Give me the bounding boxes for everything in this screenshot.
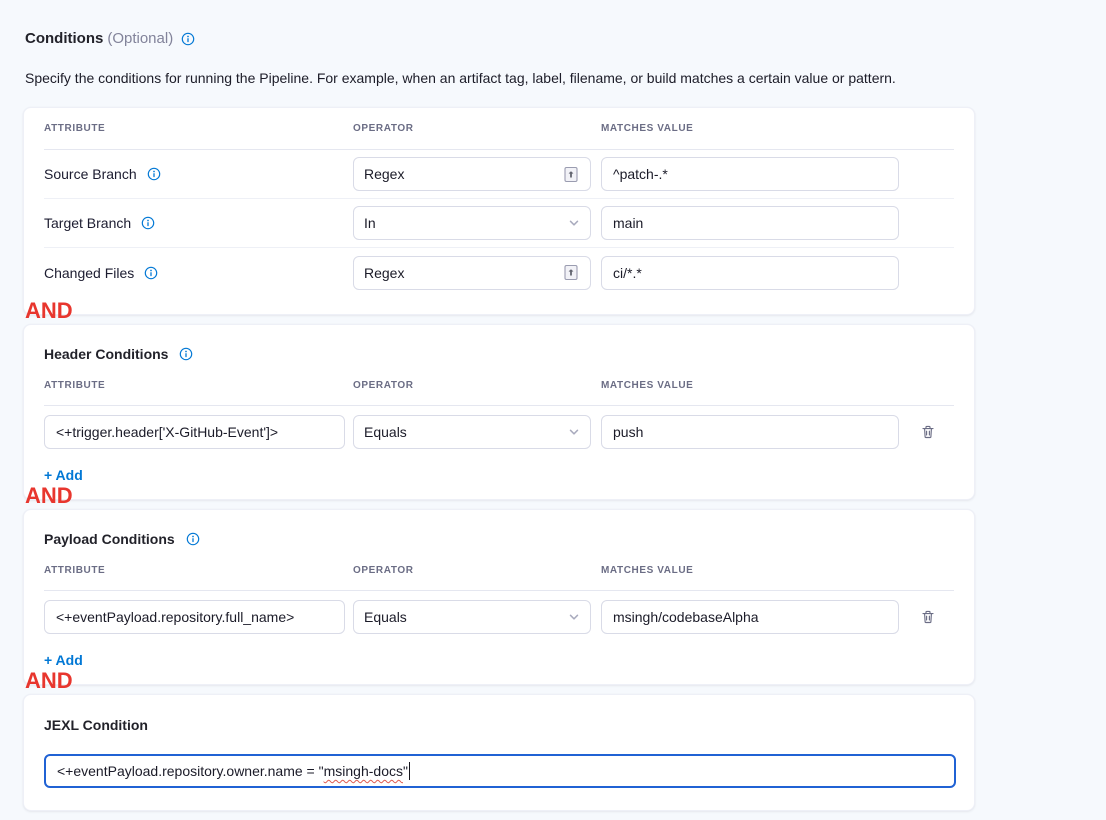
column-header-row: ATTRIBUTE OPERATOR MATCHES VALUE bbox=[44, 551, 954, 591]
condition-row-changed-files: Changed Files Regex bbox=[44, 248, 954, 297]
info-icon[interactable] bbox=[181, 32, 195, 46]
column-operator: OPERATOR bbox=[353, 123, 601, 134]
matches-value-input[interactable] bbox=[601, 157, 899, 191]
operator-select[interactable]: Equals bbox=[353, 600, 591, 634]
column-attribute: ATTRIBUTE bbox=[44, 380, 353, 391]
info-icon[interactable] bbox=[144, 266, 158, 280]
payload-condition-row: Equals bbox=[44, 591, 954, 644]
attribute-label: Changed Files bbox=[44, 265, 134, 281]
add-header-condition-button[interactable]: + Add bbox=[44, 467, 83, 483]
column-matches-value: MATCHES VALUE bbox=[601, 380, 901, 391]
column-matches-value: MATCHES VALUE bbox=[601, 565, 901, 576]
info-icon[interactable] bbox=[147, 167, 161, 181]
header-conditions-title: Header Conditions bbox=[44, 346, 168, 362]
delete-row-button[interactable] bbox=[916, 420, 940, 444]
jexl-condition-input[interactable]: <+eventPayload.repository.owner.name = "… bbox=[44, 754, 956, 788]
column-operator: OPERATOR bbox=[353, 380, 601, 391]
conditions-page: Conditions (Optional) Specify the condit… bbox=[0, 0, 1106, 820]
text-cursor bbox=[409, 762, 411, 780]
fixed-input-pin-icon[interactable] bbox=[563, 166, 580, 183]
chevron-down-icon bbox=[568, 217, 580, 229]
header-conditions-card: Header Conditions ATTRIBUTE OPERATOR MAT… bbox=[23, 324, 975, 500]
info-icon[interactable] bbox=[186, 532, 200, 546]
branch-conditions-card: ATTRIBUTE OPERATOR MATCHES VALUE Source … bbox=[23, 107, 975, 315]
chevron-down-icon bbox=[568, 611, 580, 623]
add-payload-condition-button[interactable]: + Add bbox=[44, 652, 83, 668]
matches-value-input[interactable] bbox=[601, 206, 899, 240]
payload-conditions-card: Payload Conditions ATTRIBUTE OPERATOR MA… bbox=[23, 509, 975, 685]
and-label: AND bbox=[25, 670, 73, 692]
operator-select[interactable]: Regex bbox=[353, 157, 591, 191]
jexl-condition-title: JEXL Condition bbox=[44, 717, 148, 733]
condition-row-target-branch: Target Branch In bbox=[44, 199, 954, 248]
delete-row-button[interactable] bbox=[916, 605, 940, 629]
matches-value-input[interactable] bbox=[601, 256, 899, 290]
attribute-label: Target Branch bbox=[44, 215, 131, 231]
info-icon[interactable] bbox=[141, 216, 155, 230]
column-attribute: ATTRIBUTE bbox=[44, 565, 353, 576]
operator-select[interactable]: Regex bbox=[353, 256, 591, 290]
page-title: Conditions bbox=[25, 30, 103, 47]
attribute-input[interactable] bbox=[44, 600, 345, 634]
payload-conditions-title: Payload Conditions bbox=[44, 531, 175, 547]
jexl-condition-card: JEXL Condition <+eventPayload.repository… bbox=[23, 694, 975, 811]
info-icon[interactable] bbox=[179, 347, 193, 361]
jexl-text-suffix: " bbox=[403, 763, 408, 779]
and-label: AND bbox=[25, 300, 73, 322]
operator-select[interactable]: In bbox=[353, 206, 591, 240]
matches-value-input[interactable] bbox=[601, 600, 899, 634]
page-description: Specify the conditions for running the P… bbox=[25, 70, 1035, 86]
page-title-row: Conditions (Optional) bbox=[25, 30, 1106, 47]
column-header-row: ATTRIBUTE OPERATOR MATCHES VALUE bbox=[44, 366, 954, 406]
jexl-text-misspelled: msingh-docs bbox=[324, 763, 403, 779]
header-condition-row: Equals bbox=[44, 406, 954, 459]
condition-row-source-branch: Source Branch Regex bbox=[44, 150, 954, 199]
column-matches-value: MATCHES VALUE bbox=[601, 123, 901, 134]
column-attribute: ATTRIBUTE bbox=[44, 123, 353, 134]
attribute-label: Source Branch bbox=[44, 166, 137, 182]
column-operator: OPERATOR bbox=[353, 565, 601, 576]
optional-label: (Optional) bbox=[107, 30, 173, 47]
operator-select[interactable]: Equals bbox=[353, 415, 591, 449]
column-header-row: ATTRIBUTE OPERATOR MATCHES VALUE bbox=[44, 108, 954, 150]
attribute-input[interactable] bbox=[44, 415, 345, 449]
matches-value-input[interactable] bbox=[601, 415, 899, 449]
jexl-text-prefix: <+eventPayload.repository.owner.name = " bbox=[57, 763, 324, 779]
fixed-input-pin-icon[interactable] bbox=[563, 264, 580, 281]
and-label: AND bbox=[25, 485, 73, 507]
chevron-down-icon bbox=[568, 426, 580, 438]
